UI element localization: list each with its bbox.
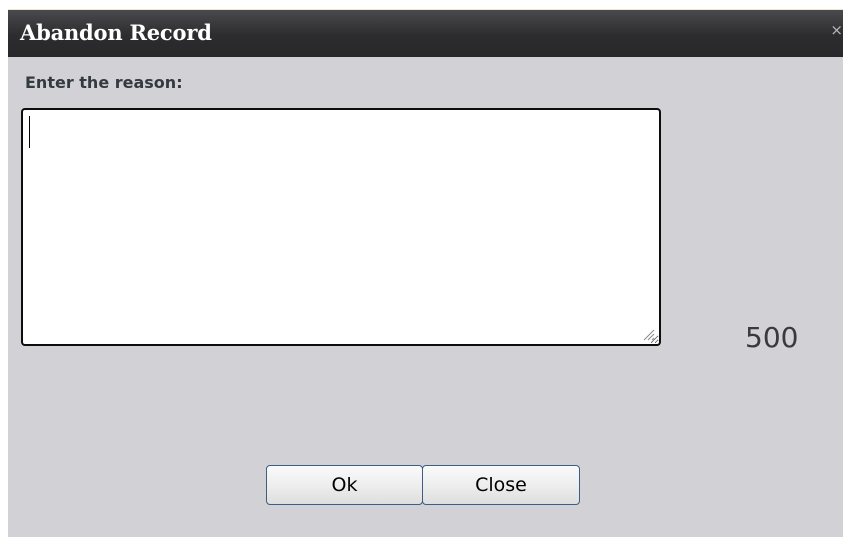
- reason-prompt-label: Enter the reason:: [25, 73, 183, 92]
- reason-textarea[interactable]: [21, 108, 661, 346]
- ok-button[interactable]: Ok: [266, 465, 423, 505]
- resize-grip-icon[interactable]: [642, 328, 655, 341]
- close-button[interactable]: Close: [422, 465, 580, 505]
- dialog-title: Abandon Record: [20, 20, 212, 45]
- text-caret: [29, 116, 30, 148]
- remaining-character-count: 500: [745, 321, 799, 354]
- dialog-title-bar[interactable]: Abandon Record ×: [8, 9, 843, 57]
- close-icon[interactable]: ×: [830, 22, 843, 38]
